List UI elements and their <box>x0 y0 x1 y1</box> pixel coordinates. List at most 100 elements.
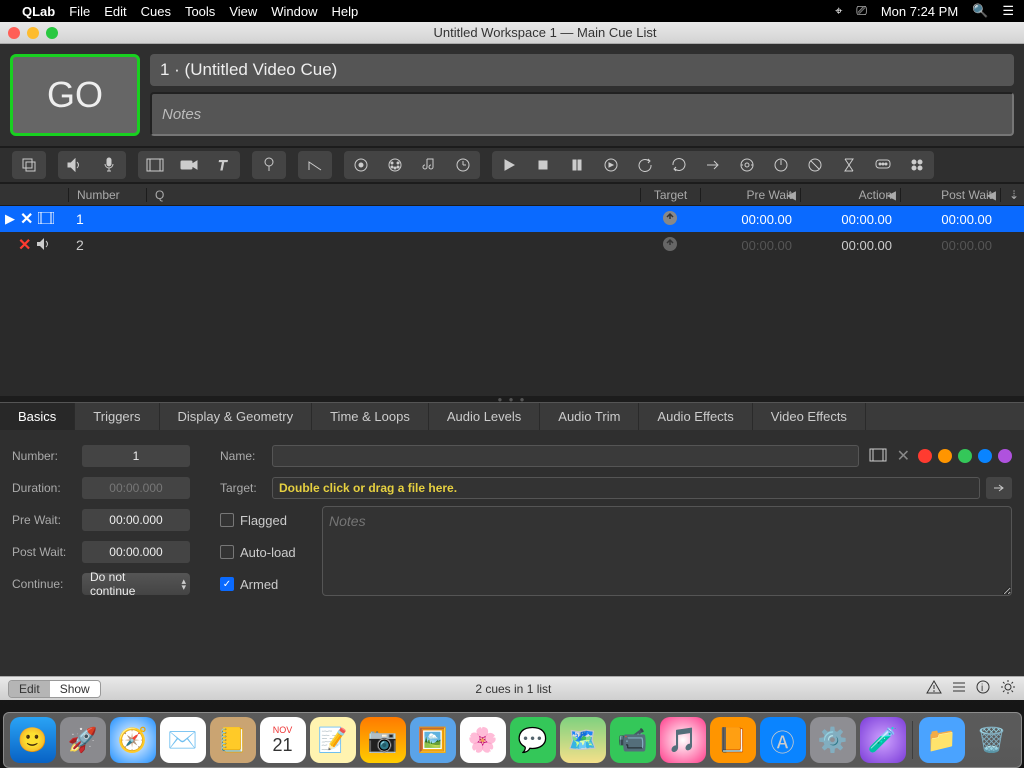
cue-target[interactable] <box>640 236 700 255</box>
cue-list[interactable]: ▶ ✕ 1 00:00.00 00:00.00 00:00.00 ✕ 2 00:… <box>0 206 1024 396</box>
autoload-checkbox[interactable] <box>220 545 234 559</box>
col-action[interactable]: Action◀ <box>800 188 900 202</box>
settings-icon[interactable] <box>1000 679 1016 698</box>
maps-icon[interactable]: 🗺️ <box>560 717 606 763</box>
qlab-icon[interactable]: 🧪 <box>860 717 906 763</box>
cue-postwait[interactable]: 00:00.00 <box>900 212 1000 227</box>
menu-tools[interactable]: Tools <box>185 4 215 19</box>
menu-cues[interactable]: Cues <box>141 4 171 19</box>
tab-display-geometry[interactable]: Display & Geometry <box>160 403 313 430</box>
name-field[interactable] <box>272 445 859 467</box>
show-mode-button[interactable]: Show <box>50 681 100 697</box>
photobooth-icon[interactable]: 📷 <box>360 717 406 763</box>
preview-icon[interactable]: 🖼️ <box>410 717 456 763</box>
col-target[interactable]: Target <box>640 188 700 202</box>
calendar-icon[interactable]: NOV21 <box>260 717 306 763</box>
notes-field[interactable] <box>322 506 1012 596</box>
itunes-icon[interactable]: 🎵 <box>660 717 706 763</box>
tab-audio-effects[interactable]: Audio Effects <box>639 403 752 430</box>
reveal-target-button[interactable] <box>986 477 1012 499</box>
arm-cue-icon[interactable] <box>764 151 798 179</box>
cue-prewait[interactable]: 00:00.00 <box>700 238 800 253</box>
cue-action[interactable]: 00:00.00 <box>800 238 900 253</box>
mode-toggle[interactable]: Edit Show <box>8 680 101 698</box>
sysprefs-icon[interactable]: ⚙️ <box>810 717 856 763</box>
light-cue-icon[interactable] <box>252 151 286 179</box>
camera-cue-icon[interactable] <box>172 151 206 179</box>
col-continue-icon[interactable]: ⇣ <box>1000 188 1024 202</box>
text-cue-icon[interactable]: T <box>206 151 240 179</box>
midi-cue-icon[interactable] <box>378 151 412 179</box>
armed-checkbox[interactable] <box>220 577 234 591</box>
target-cue-icon[interactable] <box>730 151 764 179</box>
col-q[interactable]: Q <box>146 188 640 202</box>
photos-icon[interactable]: 🌸 <box>460 717 506 763</box>
cue-row[interactable]: ✕ 2 00:00.00 00:00.00 00:00.00 <box>0 232 1024 258</box>
color-green[interactable] <box>958 449 972 463</box>
color-blue[interactable] <box>978 449 992 463</box>
wait-cue-icon[interactable] <box>832 151 866 179</box>
col-postwait[interactable]: Post Wait◀ <box>900 188 1000 202</box>
duration-field[interactable] <box>82 477 190 499</box>
finder-icon[interactable]: 🙂 <box>10 717 56 763</box>
cue-number[interactable]: 2 <box>68 237 146 253</box>
menu-view[interactable]: View <box>229 4 257 19</box>
color-orange[interactable] <box>938 449 952 463</box>
info-icon[interactable]: i <box>976 680 990 697</box>
contacts-icon[interactable]: 📒 <box>210 717 256 763</box>
color-purple[interactable] <box>998 449 1012 463</box>
prewait-field[interactable] <box>82 509 190 531</box>
safari-icon[interactable]: 🧭 <box>110 717 156 763</box>
video-cue-icon[interactable] <box>138 151 172 179</box>
flagged-checkbox[interactable] <box>220 513 234 527</box>
mail-icon[interactable]: ✉️ <box>160 717 206 763</box>
notification-center-icon[interactable]: ☰ <box>1002 3 1014 19</box>
zoom-button[interactable] <box>46 27 58 39</box>
cue-target[interactable] <box>640 210 700 229</box>
menu-file[interactable]: File <box>69 4 90 19</box>
devamp-cue-icon[interactable] <box>662 151 696 179</box>
stop-cue-icon[interactable] <box>526 151 560 179</box>
clock[interactable]: Mon 7:24 PM <box>881 4 958 19</box>
launchpad-icon[interactable]: 🚀 <box>60 717 106 763</box>
ibooks-icon[interactable]: 📙 <box>710 717 756 763</box>
close-button[interactable] <box>8 27 20 39</box>
tab-triggers[interactable]: Triggers <box>75 403 159 430</box>
goto-cue-icon[interactable] <box>696 151 730 179</box>
appstore-icon[interactable]: Ⓐ <box>760 717 806 763</box>
facetime-icon[interactable]: 📹 <box>610 717 656 763</box>
lists-icon[interactable] <box>952 680 966 697</box>
tab-audio-trim[interactable]: Audio Trim <box>540 403 639 430</box>
script-cue-icon[interactable] <box>900 151 934 179</box>
number-field[interactable] <box>82 445 190 467</box>
mic-cue-icon[interactable] <box>92 151 126 179</box>
midi-file-cue-icon[interactable] <box>412 151 446 179</box>
cue-row[interactable]: ▶ ✕ 1 00:00.00 00:00.00 00:00.00 <box>0 206 1024 232</box>
standby-cue-name[interactable]: 1 · (Untitled Video Cue) <box>150 54 1014 86</box>
col-number[interactable]: Number <box>68 188 146 202</box>
menu-edit[interactable]: Edit <box>104 4 126 19</box>
reset-cue-icon[interactable] <box>628 151 662 179</box>
trash-icon[interactable]: 🗑️ <box>969 717 1015 763</box>
tab-audio-levels[interactable]: Audio Levels <box>429 403 540 430</box>
tab-video-effects[interactable]: Video Effects <box>753 403 866 430</box>
downloads-icon[interactable]: 📁 <box>919 717 965 763</box>
airplay-icon[interactable]: ⎚ <box>856 3 866 19</box>
tab-basics[interactable]: Basics <box>0 403 75 430</box>
postwait-field[interactable] <box>82 541 190 563</box>
fade-cue-icon[interactable] <box>298 151 332 179</box>
group-cue-icon[interactable] <box>12 151 46 179</box>
menu-window[interactable]: Window <box>271 4 317 19</box>
messages-icon[interactable]: 💬 <box>510 717 556 763</box>
app-name[interactable]: QLab <box>22 4 55 19</box>
continue-select[interactable]: Do not continue▴▾ <box>82 573 190 595</box>
spotlight-icon[interactable]: 🔍 <box>972 3 988 19</box>
standby-cue-notes[interactable] <box>150 92 1014 136</box>
tab-time-loops[interactable]: Time & Loops <box>312 403 429 430</box>
start-cue-icon[interactable] <box>492 151 526 179</box>
warnings-icon[interactable] <box>926 680 942 697</box>
color-red[interactable] <box>918 449 932 463</box>
cue-prewait[interactable]: 00:00.00 <box>700 212 800 227</box>
network-cue-icon[interactable] <box>344 151 378 179</box>
minimize-button[interactable] <box>27 27 39 39</box>
